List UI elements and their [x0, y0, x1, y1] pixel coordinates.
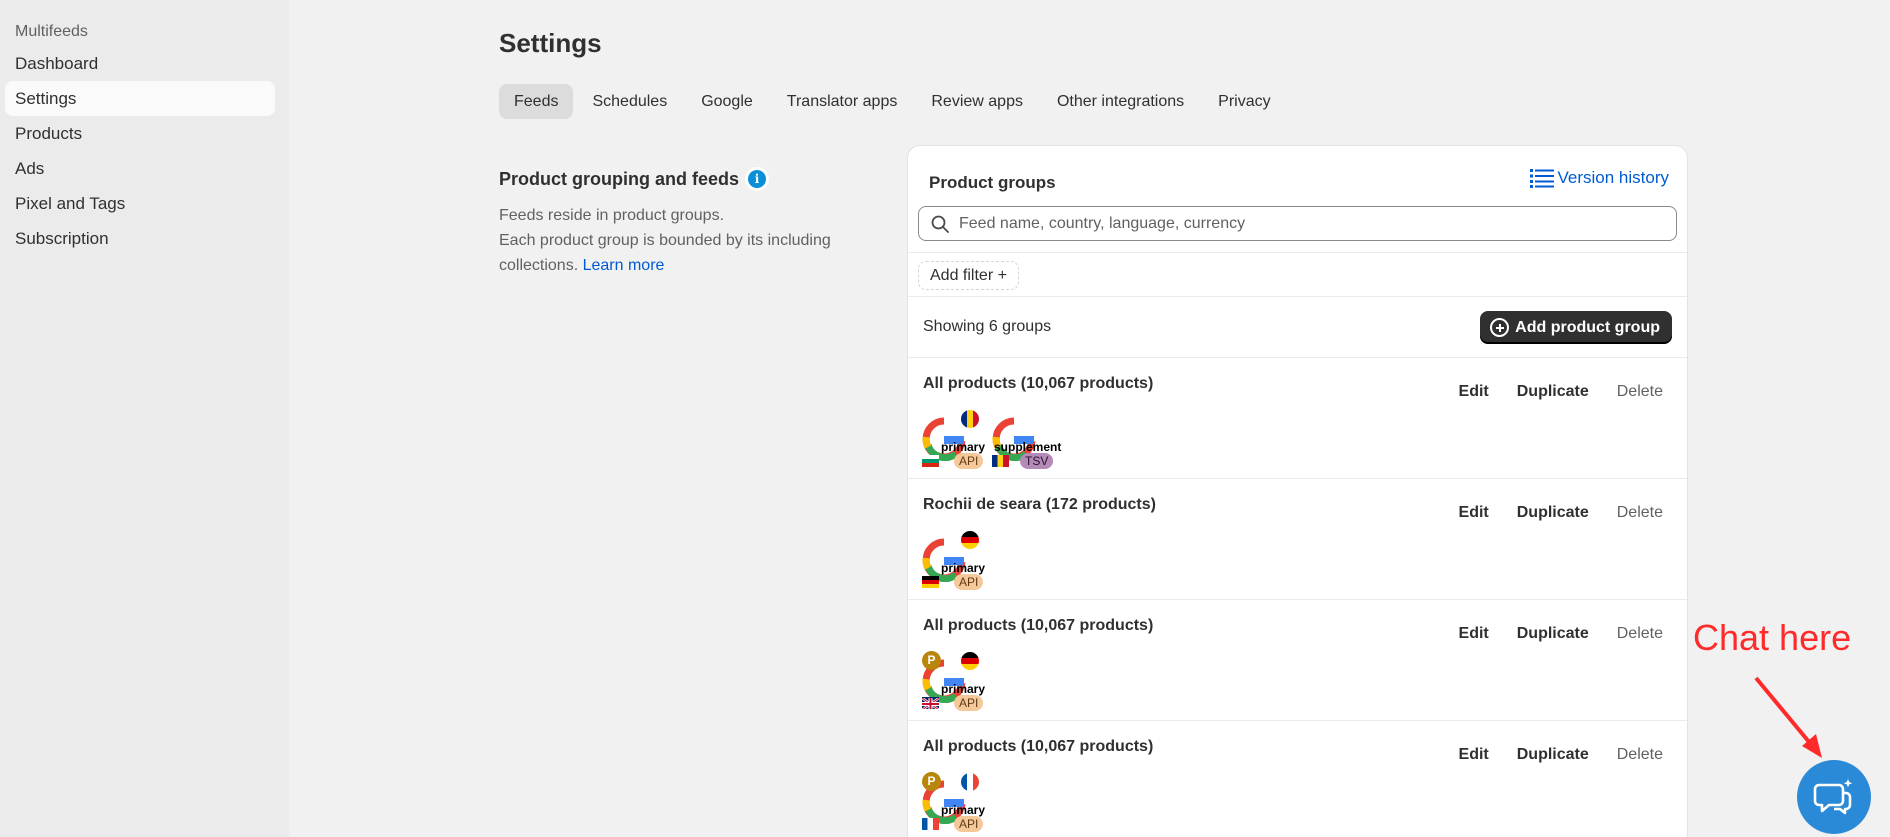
- edit-button[interactable]: Edit: [1445, 500, 1503, 526]
- chat-button[interactable]: [1797, 760, 1871, 834]
- duplicate-button[interactable]: Duplicate: [1503, 621, 1603, 647]
- flag-romania-icon: [992, 455, 1009, 467]
- sidebar-item-ads[interactable]: Ads: [0, 151, 284, 186]
- plus-circle-icon: [1490, 318, 1510, 337]
- section-desc-line2: Each product group is bounded by its inc…: [499, 232, 831, 274]
- feed-list: primary API supplement TSV: [922, 409, 1062, 473]
- arrow-icon: [1754, 676, 1822, 758]
- group-actions: Edit Duplicate Delete: [1445, 621, 1677, 647]
- search-box[interactable]: [918, 206, 1677, 241]
- feed-item[interactable]: primary API: [922, 409, 992, 473]
- learn-more-link[interactable]: Learn more: [583, 257, 665, 274]
- group-name: Rochii de seara (172 products): [923, 496, 1156, 513]
- feed-item[interactable]: primary API: [922, 530, 992, 594]
- feed-type-label: supplement: [994, 440, 1062, 454]
- product-group-row: All products (10,067 products) Edit Dupl…: [908, 722, 1687, 837]
- feed-item[interactable]: P primary API: [922, 651, 992, 715]
- sidebar-item-dashboard[interactable]: Dashboard: [0, 46, 284, 81]
- sidebar-item-subscription[interactable]: Subscription: [0, 221, 284, 256]
- add-filter-button[interactable]: Add filter +: [918, 261, 1019, 290]
- section-title-text: Product grouping and feeds: [499, 168, 740, 189]
- flag-germany-icon: [960, 651, 980, 671]
- tsv-badge: TSV: [1020, 453, 1054, 469]
- flag-germany-icon: [960, 530, 980, 550]
- add-product-group-label: Add product group: [1515, 318, 1660, 336]
- tab-review-apps[interactable]: Review apps: [916, 84, 1038, 119]
- api-badge: API: [954, 574, 984, 590]
- sidebar: Multifeeds Dashboard Settings Products A…: [0, 0, 289, 837]
- sidebar-item-settings[interactable]: Settings: [5, 81, 275, 116]
- duplicate-button[interactable]: Duplicate: [1503, 742, 1603, 768]
- section-title: Product grouping and feeds i: [499, 167, 770, 191]
- group-name: All products (10,067 products): [923, 375, 1154, 392]
- delete-button[interactable]: Delete: [1603, 379, 1677, 405]
- tab-schedules[interactable]: Schedules: [577, 84, 682, 119]
- duplicate-button[interactable]: Duplicate: [1503, 500, 1603, 526]
- tab-feeds[interactable]: Feeds: [499, 84, 574, 119]
- group-name: All products (10,067 products): [923, 617, 1154, 634]
- edit-button[interactable]: Edit: [1445, 379, 1503, 405]
- flag-uk-icon: [922, 697, 939, 709]
- flag-bulgaria-icon: [922, 455, 939, 467]
- group-actions: Edit Duplicate Delete: [1445, 500, 1677, 526]
- settings-tabs: Feeds Schedules Google Translator apps R…: [499, 84, 1290, 119]
- delete-button[interactable]: Delete: [1603, 500, 1677, 526]
- api-badge: API: [954, 816, 984, 832]
- group-name: All products (10,067 products): [923, 738, 1154, 755]
- tab-translator-apps[interactable]: Translator apps: [772, 84, 913, 119]
- feed-list: P primary API: [922, 651, 992, 715]
- duplicate-button[interactable]: Duplicate: [1503, 379, 1603, 405]
- flag-france-icon: [922, 818, 939, 830]
- product-group-row: All products (10,067 products) Edit Dupl…: [908, 601, 1687, 721]
- app-name: Multifeeds: [15, 23, 88, 40]
- delete-button[interactable]: Delete: [1603, 621, 1677, 647]
- translator-app-icon: P: [922, 772, 941, 791]
- filter-row: Add filter +: [908, 252, 1687, 297]
- chat-annotation: Chat here: [1693, 617, 1852, 658]
- delete-button[interactable]: Delete: [1603, 742, 1677, 768]
- edit-button[interactable]: Edit: [1445, 621, 1503, 647]
- card-title: Product groups: [929, 173, 1056, 192]
- feed-item[interactable]: P primary API: [922, 772, 992, 836]
- feed-item[interactable]: supplement TSV: [992, 409, 1062, 473]
- info-icon[interactable]: i: [745, 167, 770, 191]
- section-description: Feeds reside in product groups. Each pro…: [499, 203, 859, 278]
- feed-type-label: primary: [941, 682, 986, 696]
- summary-row: Showing 6 groups Add product group: [908, 298, 1687, 358]
- tab-other-integrations[interactable]: Other integrations: [1042, 84, 1199, 119]
- section-desc-line1: Feeds reside in product groups.: [499, 207, 725, 224]
- page-title: Settings: [499, 28, 602, 58]
- search-input[interactable]: [959, 214, 1639, 233]
- tab-google[interactable]: Google: [686, 84, 768, 119]
- api-badge: API: [954, 695, 984, 711]
- list-icon: [1529, 169, 1554, 188]
- group-actions: Edit Duplicate Delete: [1445, 742, 1677, 768]
- flag-germany-icon: [922, 576, 939, 588]
- version-history-link[interactable]: Version history: [1529, 168, 1670, 188]
- translator-app-icon: P: [922, 651, 941, 670]
- feed-type-label: primary: [941, 803, 986, 817]
- edit-button[interactable]: Edit: [1445, 742, 1503, 768]
- flag-romania-icon: [960, 409, 980, 429]
- search-icon: [931, 215, 949, 233]
- api-badge: API: [954, 453, 984, 469]
- add-product-group-button[interactable]: Add product group: [1480, 311, 1672, 344]
- group-actions: Edit Duplicate Delete: [1445, 379, 1677, 405]
- product-group-row: Rochii de seara (172 products) Edit Dupl…: [908, 480, 1687, 600]
- groups-count: Showing 6 groups: [923, 318, 1052, 335]
- tab-privacy[interactable]: Privacy: [1203, 84, 1285, 119]
- product-groups-card: Product groups Version history Add filte…: [908, 146, 1687, 837]
- flag-france-icon: [960, 772, 980, 792]
- version-history-label: Version history: [1557, 168, 1670, 187]
- feed-type-label: primary: [941, 561, 986, 575]
- product-group-row: All products (10,067 products) Edit Dupl…: [908, 359, 1687, 479]
- sidebar-item-pixel-and-tags[interactable]: Pixel and Tags: [0, 186, 284, 221]
- feed-list: primary API: [922, 530, 992, 594]
- feed-list: P primary API: [922, 772, 992, 836]
- sidebar-item-products[interactable]: Products: [0, 116, 284, 151]
- chat-bubble-icon: [1813, 779, 1853, 815]
- feed-type-label: primary: [941, 440, 986, 454]
